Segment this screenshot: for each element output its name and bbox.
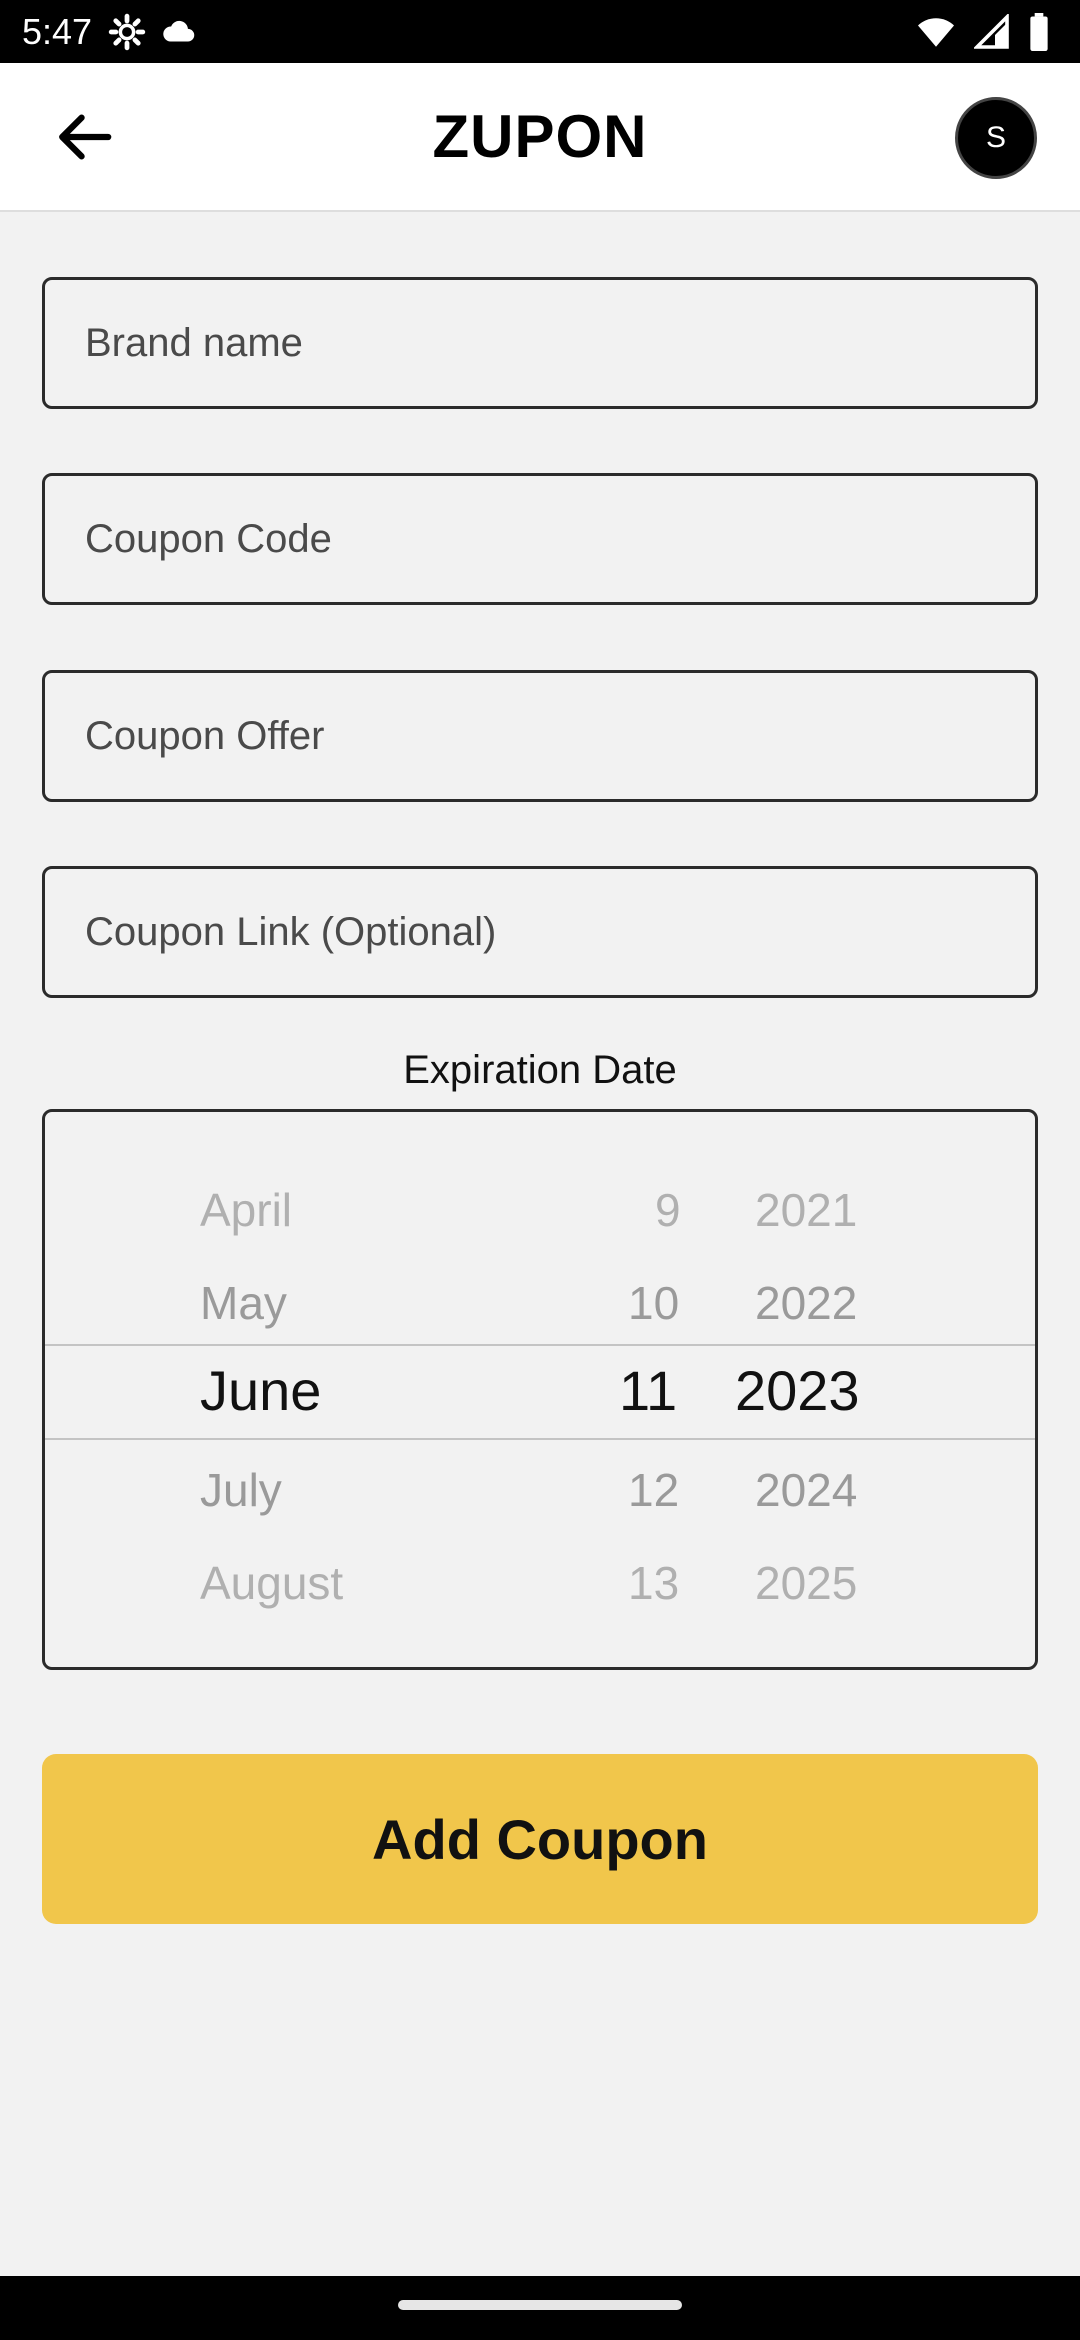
- year-wheel[interactable]: 2021 2022 2023 2024 2025: [725, 1112, 945, 1667]
- year-option[interactable]: 2025: [755, 1555, 857, 1611]
- month-option-selected[interactable]: June: [200, 1358, 321, 1424]
- day-option[interactable]: 10: [628, 1275, 679, 1331]
- coupon-link-field[interactable]: [42, 866, 1038, 998]
- day-option[interactable]: 12: [628, 1462, 679, 1518]
- battery-icon: [1028, 13, 1050, 56]
- year-option-selected[interactable]: 2023: [735, 1358, 860, 1424]
- add-coupon-screen: 5:47 ZUPON S Brand name Coupon Code Coup…: [0, 0, 1080, 2340]
- signal-icon: [972, 12, 1010, 55]
- month-option[interactable]: July: [200, 1462, 282, 1518]
- app-bar: ZUPON S: [0, 63, 1080, 212]
- home-gesture-handle[interactable]: [398, 2300, 682, 2310]
- wifi-icon: [916, 14, 956, 55]
- status-time: 5:47: [22, 11, 93, 52]
- avatar-initial: S: [985, 121, 1006, 154]
- month-option[interactable]: May: [200, 1275, 287, 1331]
- day-option-selected[interactable]: 11: [619, 1358, 677, 1424]
- year-option[interactable]: 2021: [755, 1182, 857, 1238]
- app-title: ZUPON: [432, 103, 648, 170]
- brand-name-input[interactable]: [85, 280, 1035, 406]
- month-option[interactable]: August: [200, 1555, 343, 1611]
- year-option[interactable]: 2022: [755, 1275, 857, 1331]
- status-bar: 5:47: [0, 0, 1080, 63]
- status-right-icons: [916, 12, 1050, 56]
- month-option[interactable]: April: [200, 1182, 292, 1238]
- year-option[interactable]: 2024: [755, 1462, 857, 1518]
- day-option[interactable]: 9: [655, 1182, 681, 1238]
- navigation-bar: [0, 2276, 1080, 2340]
- coupon-link-input[interactable]: [85, 869, 1035, 995]
- day-wheel[interactable]: 9 10 11 12 13: [565, 1112, 725, 1667]
- coupon-offer-input[interactable]: [85, 673, 1035, 799]
- brand-name-field[interactable]: [42, 277, 1038, 409]
- profile-avatar-button[interactable]: S: [955, 97, 1037, 179]
- coupon-offer-field[interactable]: [42, 670, 1038, 802]
- status-left-icons: [108, 13, 200, 56]
- cloud-icon: [160, 13, 200, 56]
- month-wheel[interactable]: April May June July August: [45, 1112, 545, 1667]
- expiration-date-label: Expiration Date: [403, 1048, 677, 1092]
- coupon-code-field[interactable]: [42, 473, 1038, 605]
- add-coupon-button[interactable]: Add Coupon: [42, 1754, 1038, 1924]
- settings-icon: [108, 13, 146, 56]
- coupon-code-input[interactable]: [85, 476, 1035, 602]
- day-option[interactable]: 13: [628, 1555, 679, 1611]
- expiration-date-picker[interactable]: April May June July August 9 10 11 12 13…: [42, 1109, 1038, 1670]
